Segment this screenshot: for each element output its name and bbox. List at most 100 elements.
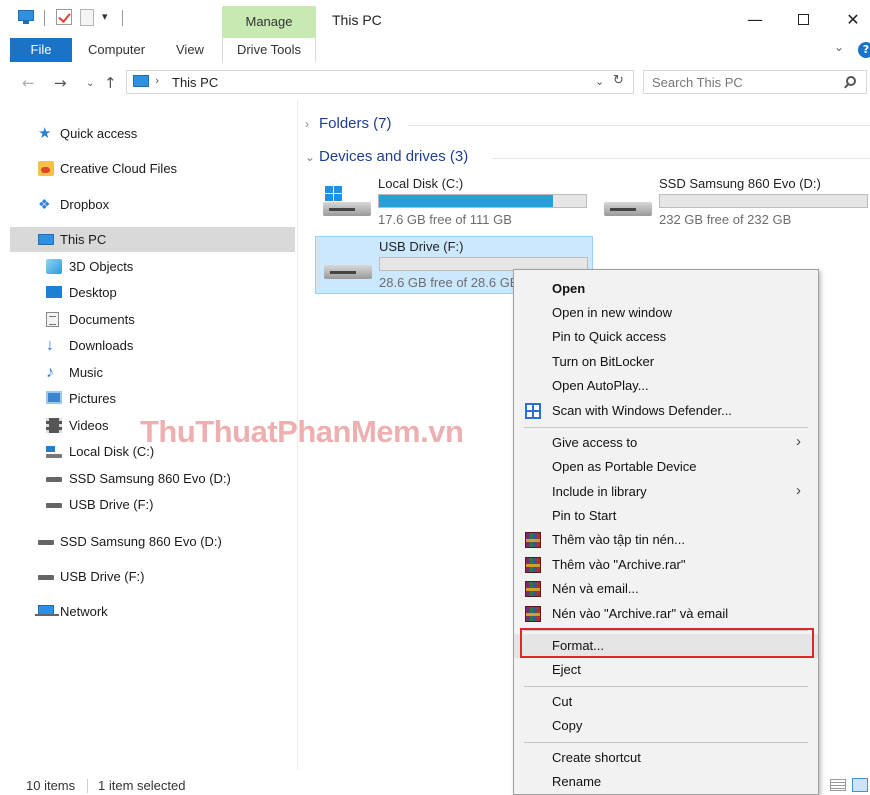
drive-tile-ssd-d[interactable]: SSD Samsung 860 Evo (D:) 232 GB free of … — [596, 174, 870, 232]
menu-item-compress-rar-email[interactable]: Nén vào "Archive.rar" và email — [514, 602, 818, 626]
format-highlight-box — [520, 628, 814, 658]
title-bar: ▾ Manage This PC — ✕ — [0, 0, 870, 38]
nav-item-creative-cloud[interactable]: Creative Cloud Files — [10, 156, 295, 181]
nav-item-label: SSD Samsung 860 Evo (D:) — [69, 471, 231, 486]
nav-item-dropbox[interactable]: ❖ Dropbox — [10, 192, 295, 217]
menu-item-pin-quick-access[interactable]: Pin to Quick access — [514, 325, 818, 349]
nav-item-usb-f-root[interactable]: USB Drive (F:) — [10, 564, 295, 589]
desktop-icon — [46, 286, 62, 298]
search-box[interactable] — [643, 70, 867, 94]
status-item-count: 10 items — [26, 778, 76, 793]
nav-item-network[interactable]: Network — [10, 599, 295, 624]
menu-item-copy[interactable]: Copy — [514, 714, 818, 738]
nav-item-this-pc[interactable]: This PC — [10, 227, 295, 252]
nav-item-pictures[interactable]: Pictures — [10, 386, 295, 411]
nav-item-desktop[interactable]: Desktop — [10, 280, 295, 305]
address-bar[interactable]: › This PC ⌄ ↻ — [126, 70, 634, 94]
tab-drive-tools[interactable]: Drive Tools — [222, 38, 316, 62]
menu-item-add-archive[interactable]: Thêm vào tập tin nén... — [514, 528, 818, 552]
menu-item-rename[interactable]: Rename — [514, 770, 818, 794]
nav-item-label: Music — [69, 365, 103, 380]
menu-item-create-shortcut[interactable]: Create shortcut — [514, 746, 818, 770]
menu-separator — [524, 427, 808, 428]
address-row: ← → ⌄ ↑ › This PC ⌄ ↻ — [0, 64, 870, 100]
submenu-arrow-icon: › — [796, 482, 801, 499]
nav-item-label: Pictures — [69, 391, 116, 406]
drive-tile-local-disk-c[interactable]: Local Disk (C:) 17.6 GB free of 111 GB — [315, 174, 593, 232]
devices-group-header[interactable]: ⌄ Devices and drives (3) — [305, 148, 468, 165]
nav-item-downloads[interactable]: ↓ Downloads — [10, 333, 295, 358]
forward-button[interactable]: → — [54, 74, 67, 92]
nav-item-label: SSD Samsung 860 Evo (D:) — [60, 534, 222, 549]
nav-item-label: Dropbox — [60, 197, 110, 212]
menu-item-open-new-window[interactable]: Open in new window — [514, 301, 818, 325]
nav-item-label: Downloads — [69, 338, 134, 353]
winrar-icon — [525, 557, 541, 573]
close-button[interactable]: ✕ — [838, 8, 868, 32]
details-view-icon[interactable] — [830, 779, 846, 791]
menu-separator — [524, 742, 808, 743]
nav-item-ssd-d[interactable]: SSD Samsung 860 Evo (D:) — [10, 466, 295, 491]
drive-name: Local Disk (C:) — [378, 176, 464, 191]
tab-file[interactable]: File — [10, 38, 72, 62]
winrar-icon — [525, 581, 541, 597]
cube-icon — [46, 259, 62, 274]
customize-quick-access-icon[interactable]: ▾ — [102, 10, 108, 23]
menu-item-eject[interactable]: Eject — [514, 658, 818, 682]
nav-item-usb-f[interactable]: USB Drive (F:) — [10, 492, 295, 517]
nav-item-label: Network — [60, 604, 108, 619]
music-note-icon: ♪ — [46, 364, 54, 381]
menu-item-portable-device[interactable]: Open as Portable Device — [514, 455, 818, 479]
search-icon[interactable] — [846, 76, 856, 86]
menu-item-pin-start[interactable]: Pin to Start — [514, 504, 818, 528]
menu-item-autoplay[interactable]: Open AutoPlay... — [514, 374, 818, 398]
watermark: ThuThuatPhanMem.vn — [140, 414, 464, 449]
ribbon-tabs: File Computer View Drive Tools ⌄ ? — [0, 38, 870, 62]
menu-item-scan-defender[interactable]: Scan with Windows Defender... — [514, 399, 818, 423]
windows-drive-icon — [323, 186, 371, 216]
computer-icon[interactable] — [18, 9, 34, 25]
nav-item-music[interactable]: ♪ Music — [10, 360, 295, 385]
windows-defender-icon — [525, 403, 541, 419]
expand-ribbon-icon[interactable]: ⌄ — [834, 40, 844, 54]
menu-item-add-archive-rar[interactable]: Thêm vào "Archive.rar" — [514, 553, 818, 577]
nav-item-label: Desktop — [69, 285, 117, 300]
menu-item-compress-email[interactable]: Nén và email... — [514, 577, 818, 601]
help-icon[interactable]: ? — [858, 42, 870, 58]
refresh-button[interactable]: ↻ — [613, 73, 624, 88]
tiles-view-icon[interactable] — [852, 778, 868, 792]
picture-icon — [46, 391, 62, 404]
nav-item-3d-objects[interactable]: 3D Objects — [10, 254, 295, 279]
minimize-button[interactable]: — — [740, 8, 770, 32]
breadcrumb[interactable]: This PC — [172, 75, 218, 90]
tab-computer[interactable]: Computer — [88, 38, 145, 62]
recent-locations-button[interactable]: ⌄ — [86, 78, 94, 89]
nav-item-label: USB Drive (F:) — [60, 569, 145, 584]
menu-item-cut[interactable]: Cut — [514, 690, 818, 714]
separator — [122, 10, 123, 26]
menu-item-open[interactable]: Open — [514, 277, 818, 301]
folders-group-header[interactable]: › Folders (7) — [305, 115, 392, 132]
up-button[interactable]: ↑ — [104, 74, 117, 92]
new-folder-icon[interactable] — [80, 9, 94, 26]
devices-group-label: Devices and drives (3) — [319, 148, 469, 165]
tab-view[interactable]: View — [176, 38, 204, 62]
drive-icon — [324, 249, 372, 279]
menu-item-give-access[interactable]: Give access to › — [514, 431, 818, 455]
nav-item-documents[interactable]: Documents — [10, 307, 295, 332]
address-history-dropdown[interactable]: ⌄ — [595, 75, 604, 88]
nav-item-ssd-d-root[interactable]: SSD Samsung 860 Evo (D:) — [10, 529, 295, 554]
winrar-icon — [525, 606, 541, 622]
windows-drive-icon — [46, 444, 62, 459]
back-button[interactable]: ← — [22, 74, 35, 92]
nav-item-quick-access[interactable]: ★ Quick access — [10, 121, 295, 146]
menu-item-bitlocker[interactable]: Turn on BitLocker — [514, 350, 818, 374]
maximize-button[interactable] — [788, 8, 818, 32]
menu-item-include-library[interactable]: Include in library › — [514, 480, 818, 504]
properties-check-icon[interactable] — [56, 9, 72, 25]
manage-context-tab[interactable]: Manage — [222, 6, 316, 38]
drive-usage-fill — [379, 195, 553, 207]
search-input[interactable] — [652, 74, 832, 90]
film-icon — [46, 418, 62, 433]
breadcrumb-separator[interactable]: › — [155, 74, 159, 87]
